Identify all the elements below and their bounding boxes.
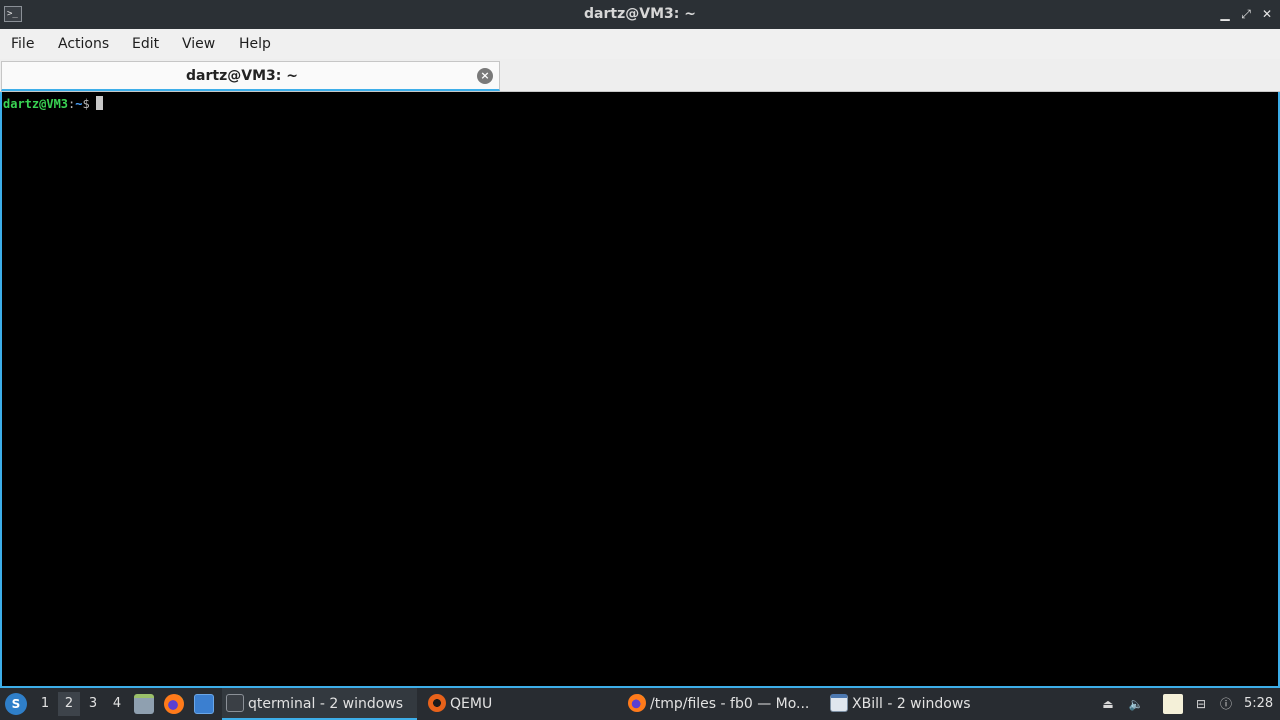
minimize-icon: ▁ [1220, 7, 1230, 21]
menu-view[interactable]: View [182, 29, 215, 59]
eject-icon[interactable]: ⏏ [1098, 694, 1118, 714]
task-firefox[interactable]: /tmp/files - fb0 — Mo... [624, 688, 820, 720]
restore-icon: ⤢ [1241, 7, 1251, 21]
minimize-button[interactable]: ▁ [1217, 6, 1233, 22]
restore-button[interactable]: ⤢ [1238, 6, 1254, 22]
taskbar: S 1 2 3 4 qterminal - 2 windows QEMU /tm… [0, 688, 1280, 720]
prompt-user: dartz@VM3 [3, 97, 69, 111]
desktop-4[interactable]: 4 [106, 692, 128, 716]
menu-actions[interactable]: Actions [58, 29, 109, 59]
window-title: dartz@VM3: ~ [584, 6, 696, 22]
task-label: XBill - 2 windows [852, 696, 971, 712]
terminal-icon [226, 694, 244, 712]
tab-label: dartz@VM3: ~ [186, 68, 298, 84]
firefox-icon[interactable] [164, 694, 184, 714]
desktop-2[interactable]: 2 [58, 692, 80, 716]
tab-bar: dartz@VM3: ~ × [0, 59, 1280, 92]
terminal-view[interactable]: dartz@VM3:~$ [0, 92, 1280, 688]
desktop-3[interactable]: 3 [82, 692, 104, 716]
task-label: /tmp/files - fb0 — Mo... [650, 696, 810, 712]
clock[interactable]: 5:28 [1244, 688, 1273, 720]
menu-edit[interactable]: Edit [132, 29, 159, 59]
prompt-symbol: $ [82, 97, 90, 111]
menu-file[interactable]: File [11, 29, 34, 59]
text-cursor [95, 96, 103, 110]
task-qterminal[interactable]: qterminal - 2 windows [222, 688, 417, 720]
prompt-path: ~ [75, 97, 83, 111]
volume-icon[interactable]: 🔈 [1126, 694, 1146, 714]
tab-terminal[interactable]: dartz@VM3: ~ × [1, 61, 500, 91]
firefox-icon [628, 694, 646, 712]
menu-help[interactable]: Help [239, 29, 271, 59]
close-icon: ✕ [1261, 7, 1273, 21]
clipboard-icon[interactable] [1163, 694, 1183, 714]
window-icon [830, 694, 848, 712]
window-titlebar[interactable]: >_ dartz@VM3: ~ ▁ ⤢ ✕ [0, 0, 1280, 29]
task-xbill[interactable]: XBill - 2 windows [826, 688, 1026, 720]
close-button[interactable]: ✕ [1259, 6, 1275, 22]
task-qemu[interactable]: QEMU [424, 688, 614, 720]
desktop-1[interactable]: 1 [34, 692, 56, 716]
task-label: QEMU [450, 696, 493, 712]
start-menu-icon[interactable]: S [5, 693, 27, 715]
task-label: qterminal - 2 windows [248, 696, 404, 712]
close-circle-icon[interactable]: × [477, 68, 493, 84]
menu-bar: File Actions Edit View Help [0, 29, 1280, 59]
prompt-line: dartz@VM3:~$ [3, 96, 103, 112]
network-icon[interactable]: ⊟ [1191, 694, 1211, 714]
qemu-icon [428, 694, 446, 712]
show-desktop-icon[interactable] [194, 694, 214, 714]
notification-icon[interactable]: ⓘ [1216, 694, 1236, 714]
file-manager-icon[interactable] [134, 694, 154, 714]
